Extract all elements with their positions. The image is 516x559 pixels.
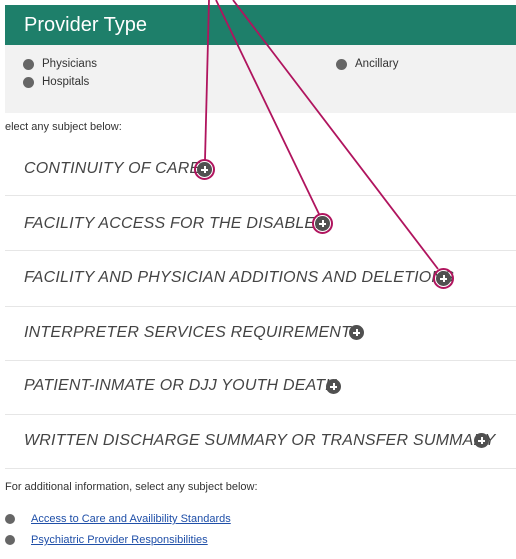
annotation-circle [194, 159, 215, 180]
annotation-circle [433, 268, 454, 289]
divider [5, 414, 516, 415]
divider [5, 250, 516, 251]
radio-dot-icon [23, 76, 34, 88]
list-item: Psychiatric Provider Responsibilities [5, 534, 208, 546]
radio-ancillary[interactable]: Ancillary [336, 58, 398, 70]
subject-continuity-of-care[interactable]: CONTINUITY OF CARE [24, 160, 200, 178]
radio-physicians[interactable]: Physicians [23, 58, 97, 70]
radio-label: Physicians [42, 58, 97, 70]
plus-circle-icon[interactable] [326, 379, 341, 394]
radio-label: Ancillary [355, 58, 399, 70]
link-access-to-care[interactable]: Access to Care and Availibility Standard… [31, 513, 231, 525]
subject-additions-deletions[interactable]: FACILITY AND PHYSICIAN ADDITIONS AND DEL… [24, 269, 454, 287]
bullet-dot-icon [5, 514, 15, 524]
subject-facility-access[interactable]: FACILITY ACCESS FOR THE DISABLED [24, 215, 327, 233]
divider [5, 306, 516, 307]
panel-header: Provider Type [5, 5, 516, 45]
radio-hospitals[interactable]: Hospitals [23, 76, 89, 88]
divider [5, 360, 516, 361]
provider-type-panel: Provider Type Physicians Ancillary Hospi… [0, 0, 516, 559]
plus-circle-icon[interactable] [474, 433, 489, 448]
bullet-dot-icon [5, 535, 15, 545]
radio-label: Hospitals [42, 76, 90, 88]
list-item: Access to Care and Availibility Standard… [5, 513, 231, 525]
divider [5, 468, 516, 469]
additional-info-text: For additional information, select any s… [5, 481, 258, 493]
subject-written-discharge[interactable]: WRITTEN DISCHARGE SUMMARY OR TRANSFER SU… [24, 432, 496, 450]
subject-interpreter-services[interactable]: INTERPRETER SERVICES REQUIREMENTS [24, 324, 362, 342]
radio-dot-icon [336, 58, 347, 70]
subject-patient-inmate-death[interactable]: PATIENT-INMATE OR DJJ YOUTH DEATH [24, 377, 337, 395]
instructions-text: elect any subject below: [5, 121, 122, 133]
radio-dot-icon [23, 58, 34, 70]
annotation-circle [312, 213, 333, 234]
plus-circle-icon[interactable] [349, 325, 364, 340]
provider-type-filter: Physicians Ancillary Hospitals [5, 45, 516, 113]
panel-title: Provider Type [24, 14, 148, 36]
divider [5, 195, 516, 196]
link-psychiatric-provider[interactable]: Psychiatric Provider Responsibilities [31, 534, 208, 546]
